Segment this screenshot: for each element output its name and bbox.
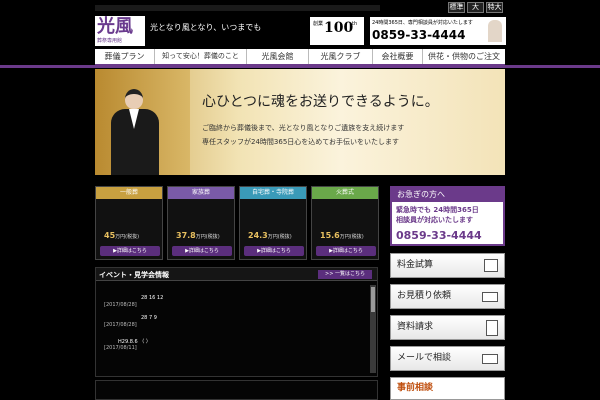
logo-subtitle: 葬祭専用館 — [97, 38, 123, 44]
event-item-text[interactable]: 28 16 12 — [141, 295, 163, 301]
side-button-label: 料金試算 — [397, 260, 434, 270]
quote-request-button[interactable]: お見積り依頼 — [390, 284, 505, 309]
events-header: イベント・見学会情報 >> 一覧はこちら — [96, 268, 377, 281]
brochure-request-button[interactable]: 資料請求 — [390, 315, 505, 340]
nav-accent-line — [0, 65, 600, 68]
hero-line-2: 専任スタッフが24時間365日心を込めてお手伝いをいたします — [202, 138, 400, 146]
nav-kofu-hall[interactable]: 光風会館 — [247, 49, 309, 64]
plan-price: 24.3万円(税抜) — [248, 231, 292, 240]
plan-name: 家族葬 — [168, 187, 234, 199]
font-size-xlarge-button[interactable]: 特大 — [486, 2, 503, 13]
plan-card-family[interactable]: 家族葬 37.8万円(税抜) ▶詳細はこちら — [167, 186, 235, 260]
plan-card-home-temple[interactable]: 自宅葬・寺院葬 24.3万円(税抜) ▶詳細はこちら — [239, 186, 307, 260]
side-button-label: 資料請求 — [397, 322, 434, 332]
urgent-contact-box[interactable]: お急ぎの方へ 緊急時でも 24時間365日 相談員が対応いたします 0859-3… — [390, 186, 505, 246]
badge-number: 100 — [324, 20, 354, 36]
urgent-phone: 0859-33-4444 — [396, 229, 482, 242]
price-estimate-button[interactable]: 料金試算 — [390, 253, 505, 278]
hero-title: 心ひとつに魂をお送りできるように。 — [202, 94, 439, 110]
hero-line-1: ご臨終から葬儀後まで、光となり風となりご遺族を支え続けます — [202, 124, 405, 132]
plan-name: 火葬式 — [312, 187, 378, 199]
nav-flower-order[interactable]: 供花・供物のご注文 — [423, 49, 505, 64]
plan-detail-button[interactable]: ▶詳細はこちら — [244, 246, 304, 256]
header-phone[interactable]: 24時間365日、専門相談員が対応いたします 0859-33-4444 — [370, 17, 506, 45]
event-item-text[interactable]: H29.8.6 （ ） — [118, 338, 151, 345]
site-logo[interactable]: 光風 葬祭専用館 光となり風となり、いつまでも — [95, 16, 275, 46]
nav-kofu-club[interactable]: 光風クラブ — [309, 49, 373, 64]
side-button-label: お見積り依頼 — [397, 291, 452, 301]
plan-price: 37.8万円(税抜) — [176, 231, 220, 240]
operator-avatar — [488, 20, 502, 42]
plan-price: 45万円(税抜) — [104, 231, 140, 240]
envelope-icon — [482, 292, 498, 302]
hero-body: ご臨終から葬儀後まで、光となり風となりご遺族を支え続けます 専任スタッフが24時… — [202, 121, 404, 149]
plan-card-general[interactable]: 一般葬 45万円(税抜) ▶詳細はこちら — [95, 186, 163, 260]
plan-detail-button[interactable]: ▶詳細はこちら — [172, 246, 232, 256]
event-item-date: [2017/08/28] — [104, 302, 137, 308]
event-item-date: [2017/08/11] — [104, 345, 137, 351]
event-item-text[interactable]: 28 7 9 — [141, 315, 157, 321]
hero-banner: 心ひとつに魂をお送りできるように。 ご臨終から葬儀後まで、光となり風となりご遺族… — [95, 69, 505, 175]
plan-price: 15.6万円(税抜) — [320, 231, 364, 240]
calculator-icon — [484, 259, 498, 272]
events-scroll-thumb[interactable] — [371, 287, 375, 312]
event-item-date: [2017/08/28] — [104, 322, 137, 328]
mail-consult-button[interactable]: メールで相談 — [390, 346, 505, 371]
plan-name: 自宅葬・寺院葬 — [240, 187, 306, 199]
plan-detail-button[interactable]: ▶詳細はこちら — [316, 246, 376, 256]
plan-detail-button[interactable]: ▶詳細はこちら — [100, 246, 160, 256]
plan-card-cremation[interactable]: 火葬式 15.6万円(税抜) ▶詳細はこちら — [311, 186, 379, 260]
font-size-large-button[interactable]: 大 — [467, 2, 484, 13]
font-size-standard-button[interactable]: 標準 — [448, 2, 465, 13]
staff-head — [125, 89, 143, 109]
events-panel: イベント・見学会情報 >> 一覧はこちら 28 16 12 [2017/08/2… — [95, 267, 378, 377]
urgent-line-2: 相談員が対応いたします — [396, 216, 473, 224]
badge-prefix: 創業 — [313, 21, 324, 27]
anniversary-badge: 創業 100 th — [310, 17, 364, 45]
events-more-button[interactable]: >> 一覧はこちら — [318, 270, 372, 279]
phone-number: 0859-33-4444 — [372, 28, 466, 42]
envelope-icon — [482, 354, 498, 364]
urgent-line-1: 緊急時でも 24時間365日 — [396, 206, 479, 214]
logo-slogan: 光となり風となり、いつまでも — [150, 23, 262, 32]
badge-suffix: th — [352, 21, 358, 27]
document-icon — [486, 320, 498, 336]
phone-note: 24時間365日、専門相談員が対応いたします — [372, 20, 473, 26]
events-title: イベント・見学会情報 — [99, 271, 169, 279]
consult-label: 事前相談 — [397, 383, 434, 393]
side-button-label: メールで相談 — [397, 353, 452, 363]
lower-panel — [95, 380, 378, 400]
nav-company[interactable]: 会社概要 — [373, 49, 423, 64]
top-info-bar — [95, 5, 380, 11]
nav-funeral-knowledge[interactable]: 知って安心！葬儀のこと — [155, 49, 247, 64]
nav-funeral-plan[interactable]: 葬儀プラン — [95, 49, 155, 64]
advance-consult-button[interactable]: 事前相談 — [390, 377, 505, 400]
plan-name: 一般葬 — [96, 187, 162, 199]
urgent-title: お急ぎの方へ — [392, 188, 503, 202]
